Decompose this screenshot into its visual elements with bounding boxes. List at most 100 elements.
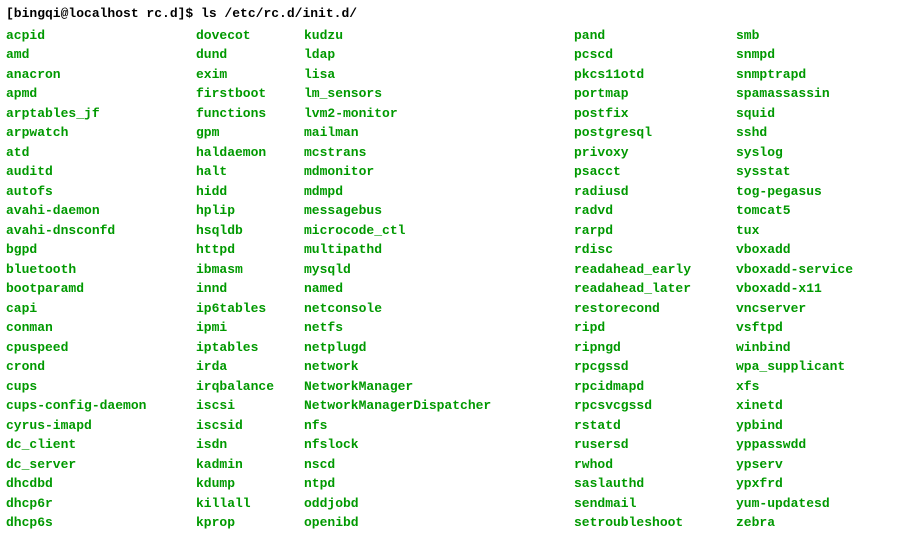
list-item: ldap	[304, 45, 574, 65]
list-item: apmd	[6, 84, 196, 104]
list-item: dund	[196, 45, 304, 65]
list-item: auditd	[6, 162, 196, 182]
list-item: vboxadd	[736, 240, 906, 260]
column-4: smbsnmpdsnmptrapdspamassassinsquidsshdsy…	[736, 26, 906, 533]
list-item: netconsole	[304, 299, 574, 319]
list-item: cyrus-imapd	[6, 416, 196, 436]
list-item: tomcat5	[736, 201, 906, 221]
list-item: kdump	[196, 474, 304, 494]
list-item: nscd	[304, 455, 574, 475]
list-item: ripngd	[574, 338, 736, 358]
list-item: irqbalance	[196, 377, 304, 397]
list-item: NetworkManager	[304, 377, 574, 397]
column-1: dovecotdundeximfirstbootfunctionsgpmhald…	[196, 26, 304, 533]
list-item: mailman	[304, 123, 574, 143]
list-item: iscsid	[196, 416, 304, 436]
list-item: rpcidmapd	[574, 377, 736, 397]
list-item: vboxadd-x11	[736, 279, 906, 299]
list-item: lisa	[304, 65, 574, 85]
list-item: yum-updatesd	[736, 494, 906, 514]
list-item: innd	[196, 279, 304, 299]
list-item: mdmpd	[304, 182, 574, 202]
list-item: avahi-dnsconfd	[6, 221, 196, 241]
list-item: hidd	[196, 182, 304, 202]
list-item: privoxy	[574, 143, 736, 163]
list-item: dc_client	[6, 435, 196, 455]
list-item: winbind	[736, 338, 906, 358]
list-item: kprop	[196, 513, 304, 533]
list-item: rusersd	[574, 435, 736, 455]
list-item: vsftpd	[736, 318, 906, 338]
list-item: vboxadd-service	[736, 260, 906, 280]
list-item: netplugd	[304, 338, 574, 358]
list-item: mcstrans	[304, 143, 574, 163]
list-item: NetworkManagerDispatcher	[304, 396, 574, 416]
list-item: postgresql	[574, 123, 736, 143]
list-item: mysqld	[304, 260, 574, 280]
list-item: dovecot	[196, 26, 304, 46]
list-item: bluetooth	[6, 260, 196, 280]
list-item: smb	[736, 26, 906, 46]
list-item: multipathd	[304, 240, 574, 260]
column-3: pandpcscdpkcs11otdportmappostfixpostgres…	[574, 26, 736, 533]
list-item: dhcdbd	[6, 474, 196, 494]
list-item: functions	[196, 104, 304, 124]
list-item: halt	[196, 162, 304, 182]
list-item: hplip	[196, 201, 304, 221]
list-item: saslauthd	[574, 474, 736, 494]
list-item: tog-pegasus	[736, 182, 906, 202]
list-item: arpwatch	[6, 123, 196, 143]
list-item: pkcs11otd	[574, 65, 736, 85]
list-item: ipmi	[196, 318, 304, 338]
list-item: httpd	[196, 240, 304, 260]
list-item: rpcgssd	[574, 357, 736, 377]
list-item: readahead_later	[574, 279, 736, 299]
list-item: acpid	[6, 26, 196, 46]
list-item: setroubleshoot	[574, 513, 736, 533]
list-item: dhcp6r	[6, 494, 196, 514]
list-item: iptables	[196, 338, 304, 358]
list-item: rarpd	[574, 221, 736, 241]
list-item: portmap	[574, 84, 736, 104]
list-item: dhcp6s	[6, 513, 196, 533]
list-item: tux	[736, 221, 906, 241]
list-item: sshd	[736, 123, 906, 143]
list-item: radiusd	[574, 182, 736, 202]
list-item: xfs	[736, 377, 906, 397]
list-item: sysstat	[736, 162, 906, 182]
list-item: avahi-daemon	[6, 201, 196, 221]
column-0: acpidamdanacronapmdarptables_jfarpwatcha…	[6, 26, 196, 533]
list-item: amd	[6, 45, 196, 65]
list-item: kadmin	[196, 455, 304, 475]
list-item: oddjobd	[304, 494, 574, 514]
list-item: ip6tables	[196, 299, 304, 319]
list-item: firstboot	[196, 84, 304, 104]
list-item: capi	[6, 299, 196, 319]
list-item: rwhod	[574, 455, 736, 475]
list-item: sendmail	[574, 494, 736, 514]
list-item: lvm2-monitor	[304, 104, 574, 124]
list-item: lm_sensors	[304, 84, 574, 104]
list-item: autofs	[6, 182, 196, 202]
list-item: spamassassin	[736, 84, 906, 104]
list-item: cups-config-daemon	[6, 396, 196, 416]
list-item: mdmonitor	[304, 162, 574, 182]
list-item: syslog	[736, 143, 906, 163]
list-item: anacron	[6, 65, 196, 85]
list-item: pcscd	[574, 45, 736, 65]
shell-prompt: [bingqi@localhost rc.d]$ ls /etc/rc.d/in…	[6, 4, 908, 24]
list-item: ripd	[574, 318, 736, 338]
list-item: nfs	[304, 416, 574, 436]
list-item: iscsi	[196, 396, 304, 416]
list-item: ibmasm	[196, 260, 304, 280]
list-item: atd	[6, 143, 196, 163]
column-2: kudzuldaplisalm_sensorslvm2-monitormailm…	[304, 26, 574, 533]
list-item: readahead_early	[574, 260, 736, 280]
list-item: cups	[6, 377, 196, 397]
list-item: named	[304, 279, 574, 299]
list-item: xinetd	[736, 396, 906, 416]
list-item: isdn	[196, 435, 304, 455]
list-item: ypxfrd	[736, 474, 906, 494]
list-item: restorecond	[574, 299, 736, 319]
list-item: psacct	[574, 162, 736, 182]
